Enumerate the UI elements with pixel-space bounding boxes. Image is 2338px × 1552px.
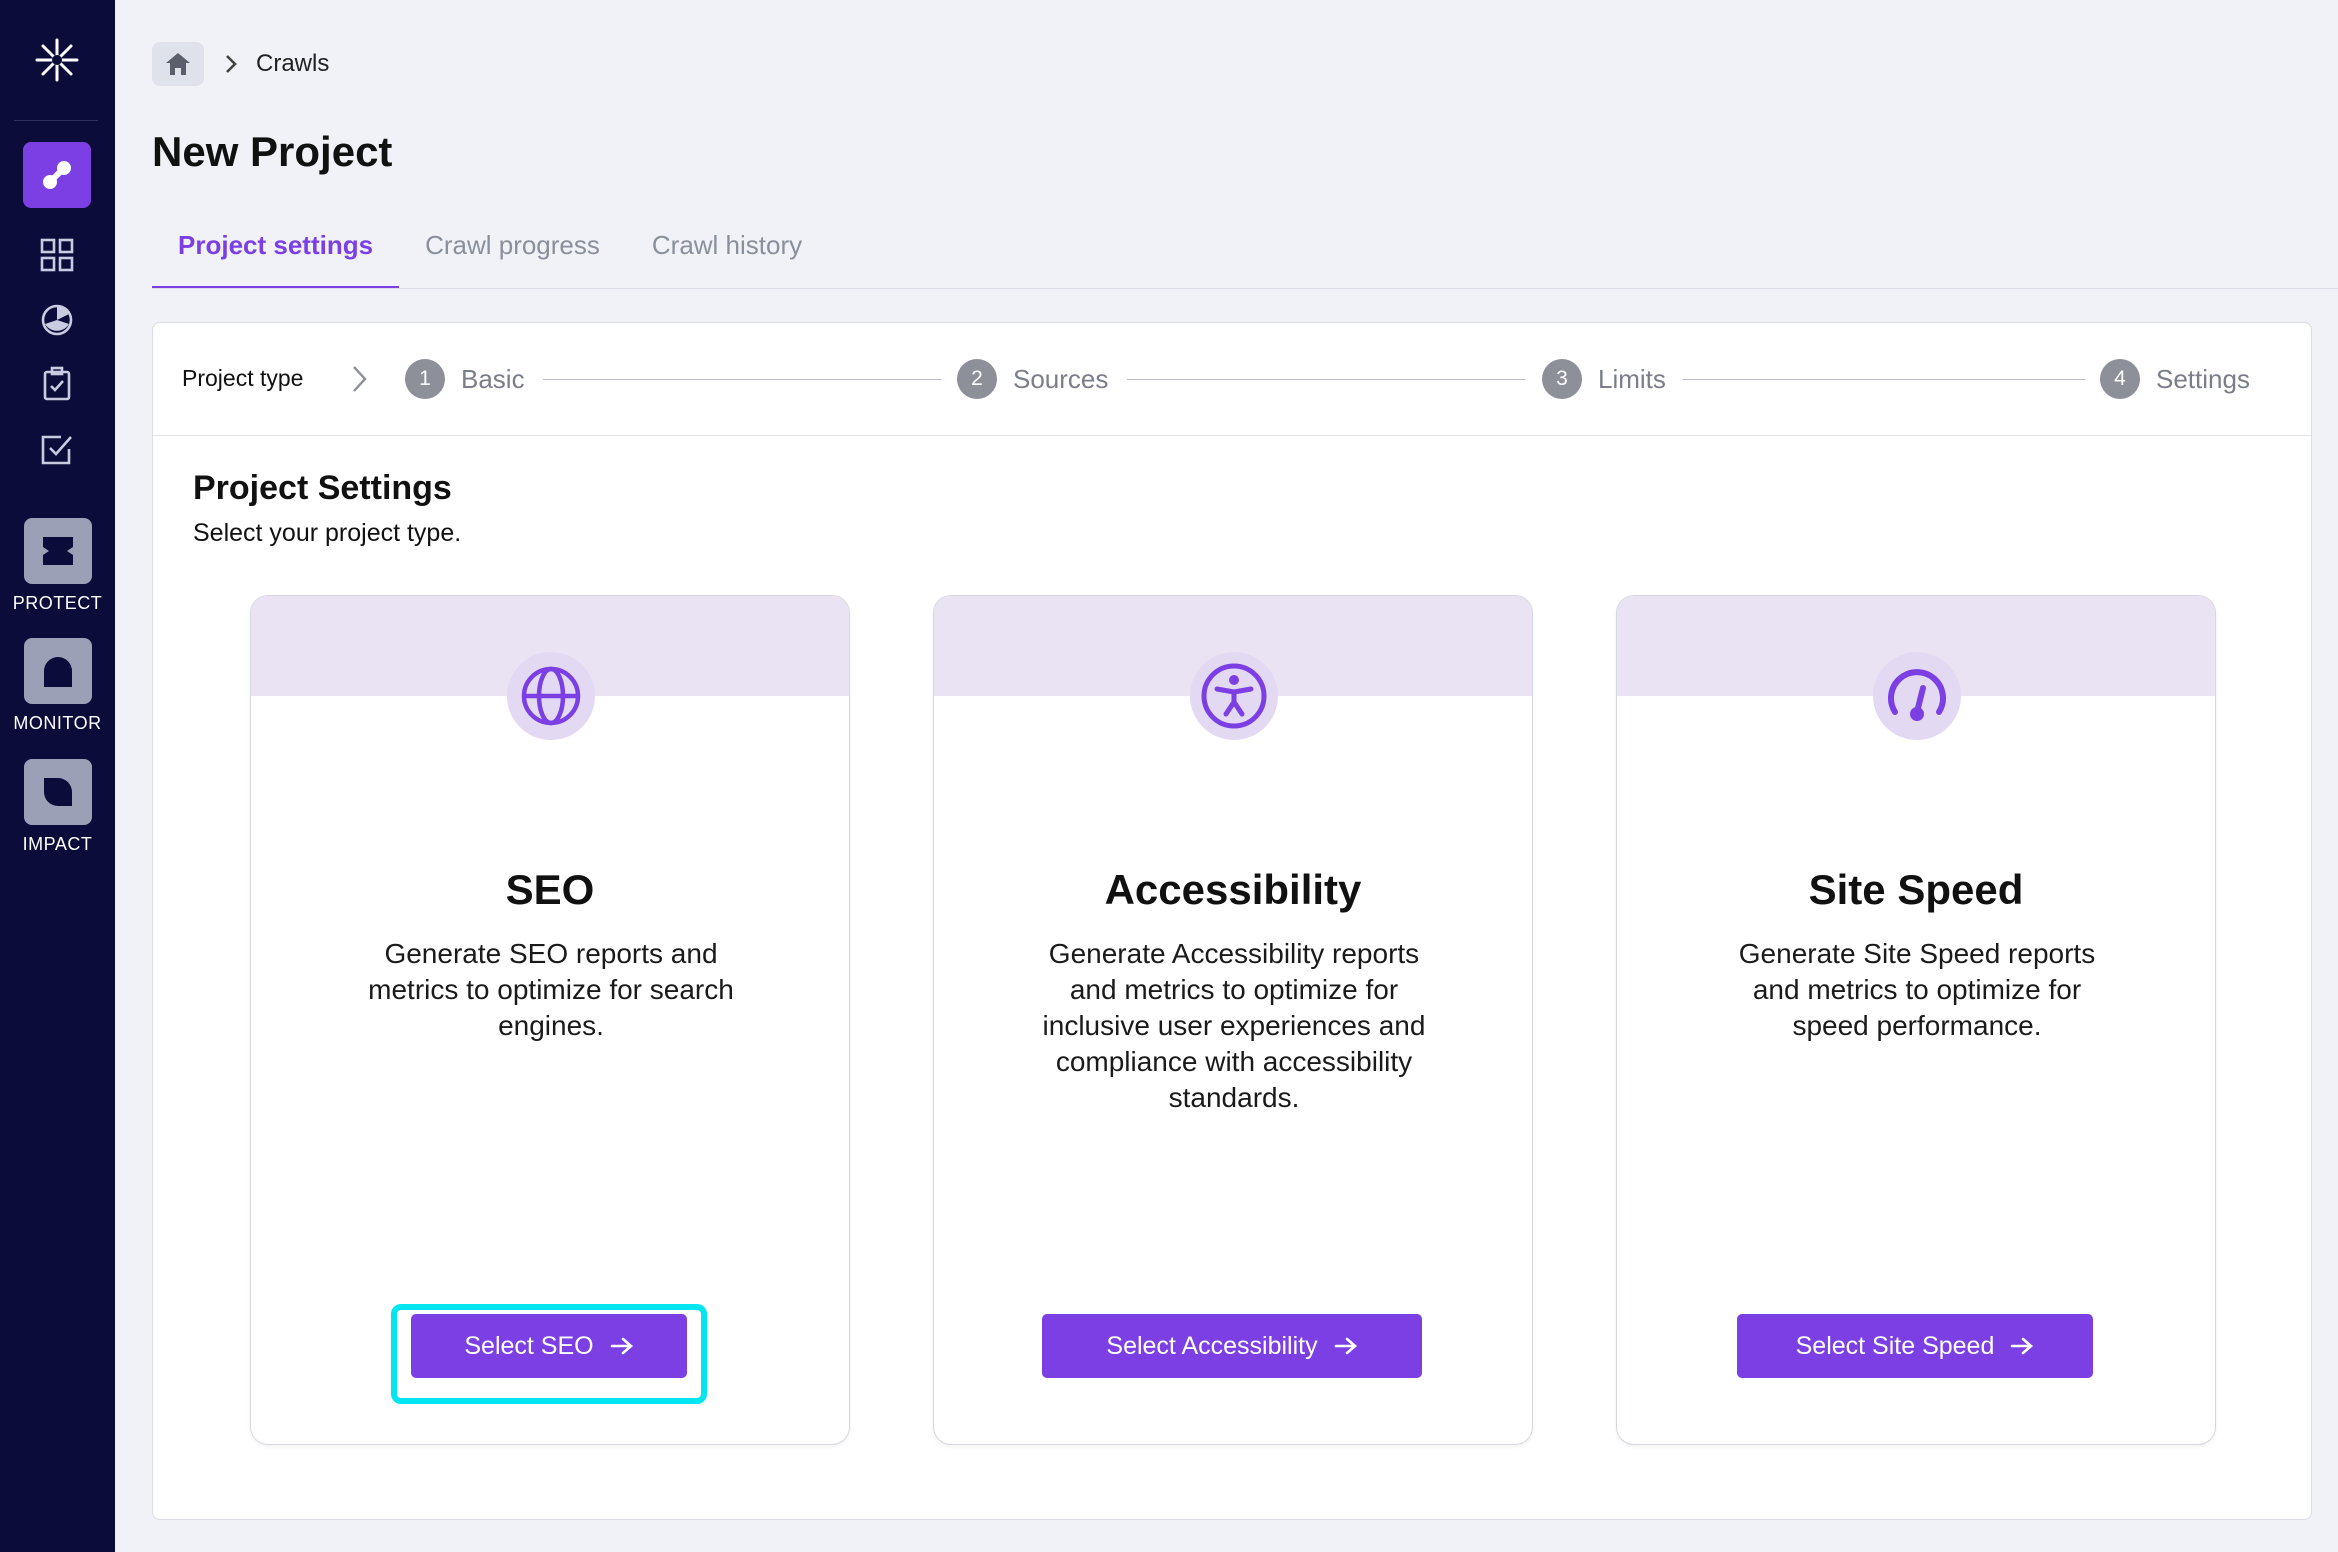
clipboard-check-icon <box>43 366 71 401</box>
project-settings-card: Project type 1 Basic 2 Sources 3 Limits … <box>152 322 2312 1520</box>
type-card-seo: SEO Generate SEO reports and metrics to … <box>250 595 850 1445</box>
step-connector <box>543 379 941 380</box>
impact-icon <box>23 759 92 825</box>
home-icon <box>166 53 190 75</box>
select-seo-button[interactable]: Select SEO <box>411 1314 687 1378</box>
tabs-divider <box>152 288 2338 289</box>
checkbox-icon <box>41 435 72 465</box>
sidebar-product-impact[interactable]: IMPACT <box>0 759 115 855</box>
home-button[interactable] <box>152 42 204 86</box>
step-basic[interactable]: 1 Basic <box>405 359 525 399</box>
sidebar-item-analytics[interactable] <box>36 299 78 341</box>
type-card-accessibility: Accessibility Generate Accessibility rep… <box>933 595 1533 1445</box>
accessibility-icon <box>1190 652 1278 740</box>
sidebar-product-monitor[interactable]: MONITOR <box>0 638 115 734</box>
step-label: Sources <box>1013 363 1109 394</box>
product-label: IMPACT <box>22 834 93 854</box>
globe-icon <box>507 652 595 740</box>
card-description: Generate Accessibility reports and metri… <box>1042 938 1426 1113</box>
arrow-right-icon <box>2010 1336 2034 1356</box>
card-description: Generate Site Speed reports and metrics … <box>1738 938 2096 1041</box>
step-number: 3 <box>1542 359 1582 399</box>
tab-crawl-history[interactable]: Crawl history <box>626 225 828 289</box>
step-connector <box>1683 379 2085 380</box>
step-sources[interactable]: 2 Sources <box>957 359 1108 399</box>
step-number: 4 <box>2100 359 2140 399</box>
button-label: Select Site Speed <box>1795 1331 1995 1360</box>
sidebar-item-crawls[interactable] <box>23 142 91 208</box>
card-description: Generate SEO reports and metrics to opti… <box>368 938 734 1041</box>
step-connector <box>1127 379 1525 380</box>
step-limits[interactable]: 3 Limits <box>1542 359 1666 399</box>
sidebar-product-protect[interactable]: PROTECT <box>0 518 115 614</box>
breadcrumb: Crawls <box>152 42 329 86</box>
type-card-site-speed: Site Speed Generate Site Speed reports a… <box>1616 595 2216 1445</box>
sidebar-item-dashboard[interactable] <box>36 234 78 276</box>
card-title: SEO <box>505 866 595 913</box>
sidebar: PROTECT MONITOR IMPACT <box>0 0 115 1552</box>
arrow-right-icon <box>610 1336 634 1356</box>
step-number: 2 <box>957 359 997 399</box>
speedometer-icon <box>1873 652 1961 740</box>
step-project-type[interactable]: Project type <box>182 365 303 392</box>
button-label: Select Accessibility <box>1106 1331 1318 1360</box>
step-label: Limits <box>1598 363 1666 394</box>
sidebar-item-checks[interactable] <box>36 428 78 470</box>
tab-crawl-progress[interactable]: Crawl progress <box>399 225 626 289</box>
protect-icon <box>23 518 92 584</box>
step-label: Settings <box>2156 363 2250 394</box>
sidebar-item-tasks[interactable] <box>36 363 78 405</box>
monitor-icon <box>23 638 92 704</box>
step-label: Basic <box>461 363 525 394</box>
link-icon <box>43 161 71 189</box>
card-title: Accessibility <box>1104 866 1362 913</box>
sidebar-divider <box>14 120 98 121</box>
select-accessibility-button[interactable]: Select Accessibility <box>1042 1314 1422 1378</box>
breadcrumb-current[interactable]: Crawls <box>256 50 329 78</box>
stepper: Project type 1 Basic 2 Sources 3 Limits … <box>153 323 2311 436</box>
grid-icon <box>40 238 74 272</box>
arrow-right-icon <box>1334 1336 1358 1356</box>
gauge-icon <box>41 304 73 336</box>
button-label: Select SEO <box>464 1331 594 1360</box>
step-settings[interactable]: 4 Settings <box>2100 359 2250 399</box>
product-label: PROTECT <box>12 593 103 613</box>
section-subtitle: Select your project type. <box>193 519 462 547</box>
product-label: MONITOR <box>13 713 102 733</box>
tab-project-settings[interactable]: Project settings <box>152 225 400 289</box>
card-title: Site Speed <box>1808 866 2024 913</box>
logo-icon[interactable] <box>33 36 81 84</box>
chevron-right-icon <box>224 53 238 75</box>
select-site-speed-button[interactable]: Select Site Speed <box>1737 1314 2093 1378</box>
chevron-right-icon <box>348 363 370 400</box>
step-number: 1 <box>405 359 445 399</box>
page-title: New Project <box>152 128 393 175</box>
tab-bar: Project settings Crawl progress Crawl hi… <box>152 225 828 289</box>
section-title: Project Settings <box>193 469 452 507</box>
